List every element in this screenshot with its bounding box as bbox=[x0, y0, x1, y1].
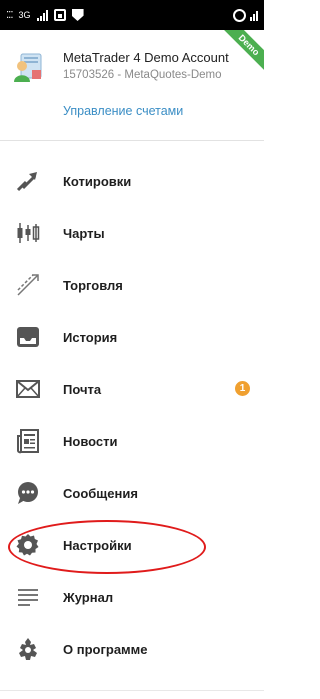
menu-label-quotes: Котировки bbox=[63, 173, 132, 189]
menu-label-charts: Чарты bbox=[63, 225, 105, 241]
messages-icon bbox=[18, 482, 38, 504]
mail-icon bbox=[16, 380, 40, 398]
menu-item-messages[interactable]: Сообщения bbox=[0, 467, 264, 519]
navigation-menu: Котировки Чарты Торговля История Почта 1… bbox=[0, 155, 264, 675]
image-notification-icon bbox=[53, 9, 66, 21]
network-type: 3G bbox=[18, 10, 31, 20]
settings-icon bbox=[16, 534, 39, 556]
status-bar-right bbox=[233, 8, 258, 22]
notification-dots: ⁚⁚⁚ bbox=[6, 9, 13, 21]
signal-strength-icon bbox=[250, 9, 258, 21]
menu-label-mail: Почта bbox=[63, 381, 102, 397]
menu-item-news[interactable]: Новости bbox=[0, 415, 264, 467]
menu-item-history[interactable]: История bbox=[0, 311, 264, 363]
menu-label-journal: Журнал bbox=[63, 589, 114, 605]
menu-item-charts[interactable]: Чарты bbox=[0, 207, 264, 259]
account-avatar-icon bbox=[14, 53, 42, 82]
charts-icon bbox=[17, 223, 40, 243]
menu-label-settings: Настройки bbox=[63, 537, 132, 553]
menu-label-trade: Торговля bbox=[63, 277, 123, 293]
manage-accounts-link[interactable]: Управление счетами bbox=[63, 104, 183, 118]
menu-item-mail[interactable]: Почта 1 bbox=[0, 363, 264, 415]
status-bar-left: ⁚⁚⁚ 3G bbox=[6, 9, 84, 21]
shield-notification-icon bbox=[71, 9, 84, 21]
screen: ⁚⁚⁚ 3G MetaTrader 4 Demo Account 1570352… bbox=[0, 0, 264, 699]
status-bar: ⁚⁚⁚ 3G bbox=[0, 0, 264, 30]
header-divider bbox=[0, 140, 264, 141]
mail-unread-badge: 1 bbox=[235, 381, 250, 396]
account-name: MetaTrader 4 Demo Account bbox=[63, 50, 229, 65]
bottom-divider bbox=[0, 690, 264, 691]
account-server: 15703526 - MetaQuotes-Demo bbox=[63, 69, 222, 81]
menu-item-quotes[interactable]: Котировки bbox=[0, 155, 264, 207]
signal-icon bbox=[36, 9, 48, 21]
about-icon bbox=[19, 638, 37, 660]
trade-icon bbox=[17, 274, 39, 296]
menu-item-settings[interactable]: Настройки bbox=[0, 519, 264, 571]
menu-label-history: История bbox=[63, 329, 118, 345]
menu-label-news: Новости bbox=[63, 433, 118, 449]
journal-icon bbox=[18, 589, 38, 606]
menu-label-messages: Сообщения bbox=[63, 485, 138, 501]
news-icon bbox=[17, 429, 39, 454]
menu-label-about: О программе bbox=[63, 641, 148, 657]
menu-item-trade[interactable]: Торговля bbox=[0, 259, 264, 311]
menu-item-about[interactable]: О программе bbox=[0, 623, 264, 675]
account-header: MetaTrader 4 Demo Account 15703526 - Met… bbox=[0, 30, 264, 140]
alarm-icon bbox=[233, 8, 246, 22]
history-icon bbox=[17, 327, 39, 347]
quotes-icon bbox=[16, 172, 37, 192]
menu-item-journal[interactable]: Журнал bbox=[0, 571, 264, 623]
